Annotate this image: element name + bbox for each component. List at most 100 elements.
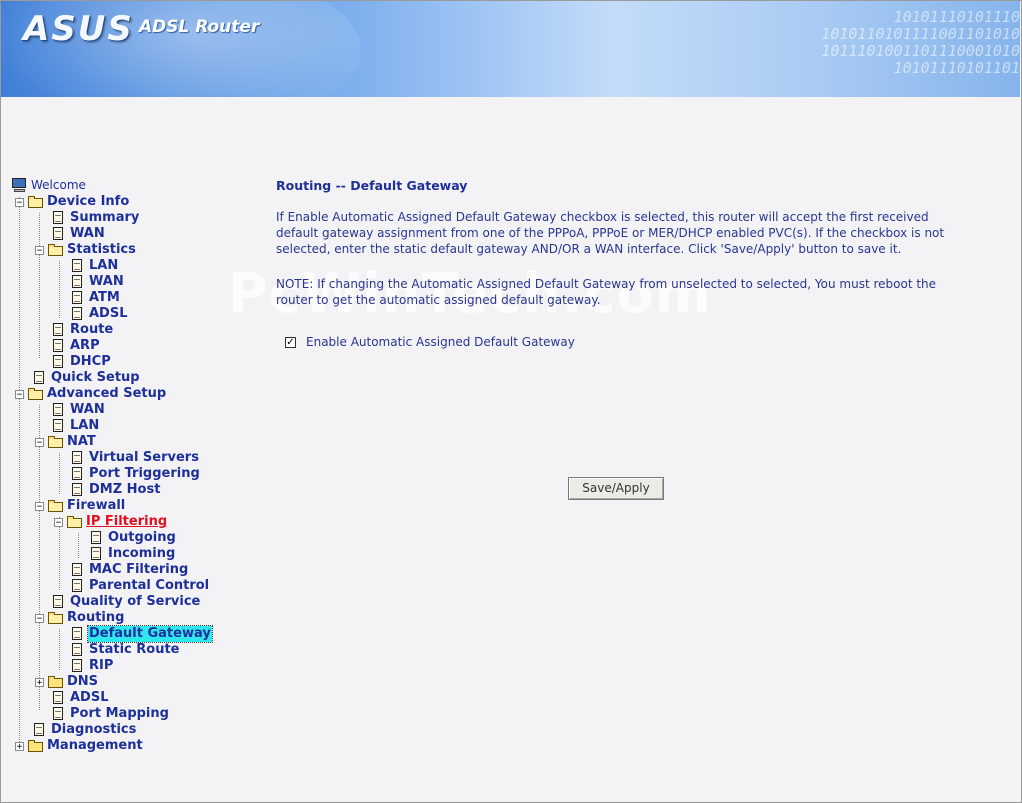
- collapse-icon[interactable]: −: [35, 613, 44, 623]
- nav-parental-control[interactable]: Parental Control: [69, 578, 210, 594]
- document-icon: [50, 323, 66, 337]
- tree-line: [39, 213, 40, 358]
- document-icon: [50, 355, 66, 369]
- document-icon: [69, 291, 85, 305]
- nav-advanced-setup[interactable]: − Advanced Setup: [15, 386, 167, 402]
- document-icon: [31, 371, 47, 385]
- nav-port-mapping[interactable]: Port Mapping: [50, 706, 170, 722]
- nav-qos[interactable]: Quality of Service: [50, 594, 201, 610]
- nav-outgoing[interactable]: Outgoing: [88, 530, 177, 546]
- nav-diagnostics[interactable]: Diagnostics: [31, 722, 137, 738]
- binary-decoration: 10101110101110 1010110101111001101010 10…: [821, 8, 1020, 77]
- nav-summary[interactable]: Summary: [50, 210, 140, 226]
- nav-adsl[interactable]: ADSL: [50, 690, 110, 706]
- document-icon: [50, 691, 66, 705]
- folder-open-icon: [47, 499, 63, 513]
- document-icon: [50, 595, 66, 609]
- note-text: NOTE: If changing the Automatic Assigned…: [276, 277, 937, 307]
- collapse-icon[interactable]: −: [35, 245, 44, 255]
- nav-ip-filtering[interactable]: − IP Filtering: [54, 514, 168, 530]
- nav-stat-adsl[interactable]: ADSL: [69, 306, 129, 322]
- computer-icon: [11, 178, 27, 192]
- nav-welcome[interactable]: Welcome: [11, 177, 87, 193]
- folder-icon: [27, 739, 43, 753]
- nav-rip[interactable]: RIP: [69, 658, 114, 674]
- nav-static-route[interactable]: Static Route: [69, 642, 180, 658]
- expand-icon[interactable]: +: [35, 677, 44, 687]
- nav-adv-wan[interactable]: WAN: [50, 402, 106, 418]
- header-banner: ASUS ADSL Router 10101110101110 10101101…: [1, 1, 1020, 97]
- save-apply-button[interactable]: Save/Apply: [568, 477, 664, 500]
- nav-virtual-servers[interactable]: Virtual Servers: [69, 450, 200, 466]
- tree-line: [59, 453, 60, 494]
- document-icon: [50, 339, 66, 353]
- nav-stat-wan[interactable]: WAN: [69, 274, 125, 290]
- nav-dmz-host[interactable]: DMZ Host: [69, 482, 161, 498]
- document-icon: [69, 307, 85, 321]
- folder-open-icon: [47, 243, 63, 257]
- auto-gateway-checkbox[interactable]: ✓: [285, 336, 296, 348]
- document-icon: [88, 547, 104, 561]
- folder-icon: [47, 675, 63, 689]
- folder-open-icon: [47, 611, 63, 625]
- nav-routing[interactable]: − Routing: [35, 610, 125, 626]
- asus-logo: ASUS: [23, 9, 134, 49]
- document-icon: [50, 227, 66, 241]
- page-title: Routing -- Default Gateway: [276, 178, 468, 193]
- expand-icon[interactable]: +: [15, 741, 24, 751]
- document-icon: [31, 723, 47, 737]
- nav-adv-lan[interactable]: LAN: [50, 418, 100, 434]
- document-icon: [69, 483, 85, 497]
- folder-open-icon: [27, 195, 43, 209]
- main-content: Routing -- Default Gateway If Enable Aut…: [276, 178, 966, 349]
- nav-port-triggering[interactable]: Port Triggering: [69, 466, 201, 482]
- tree-line: [59, 629, 60, 670]
- document-icon: [69, 627, 85, 641]
- document-icon: [69, 467, 85, 481]
- nav-wan[interactable]: WAN: [50, 226, 106, 242]
- nav-device-info[interactable]: − Device Info: [15, 194, 130, 210]
- collapse-icon[interactable]: −: [35, 501, 44, 511]
- document-icon: [50, 419, 66, 433]
- tree-line: [19, 197, 20, 750]
- document-icon: [69, 451, 85, 465]
- product-name: ADSL Router: [139, 17, 260, 37]
- auto-gateway-label: Enable Automatic Assigned Default Gatewa…: [306, 335, 575, 349]
- nav-route[interactable]: Route: [50, 322, 114, 338]
- collapse-icon[interactable]: −: [54, 517, 63, 527]
- tree-line: [59, 261, 60, 318]
- nav-nat[interactable]: − NAT: [35, 434, 97, 450]
- nav-dhcp[interactable]: DHCP: [50, 354, 112, 370]
- nav-arp[interactable]: ARP: [50, 338, 101, 354]
- auto-gateway-option[interactable]: ✓ Enable Automatic Assigned Default Gate…: [285, 335, 575, 349]
- document-icon: [69, 259, 85, 273]
- document-icon: [50, 403, 66, 417]
- document-icon: [69, 275, 85, 289]
- document-icon: [50, 707, 66, 721]
- tree-line: [78, 533, 79, 558]
- document-icon: [88, 531, 104, 545]
- nav-incoming[interactable]: Incoming: [88, 546, 176, 562]
- nav-firewall[interactable]: − Firewall: [35, 498, 126, 514]
- nav-stat-atm[interactable]: ATM: [69, 290, 121, 306]
- nav-quick-setup[interactable]: Quick Setup: [31, 370, 141, 386]
- description-text: If Enable Automatic Assigned Default Gat…: [276, 210, 945, 256]
- document-icon: [69, 563, 85, 577]
- nav-stat-lan[interactable]: LAN: [69, 258, 119, 274]
- folder-open-icon: [47, 435, 63, 449]
- document-icon: [69, 643, 85, 657]
- nav-dns[interactable]: + DNS: [35, 674, 99, 690]
- collapse-icon[interactable]: −: [15, 389, 24, 399]
- collapse-icon[interactable]: −: [15, 197, 24, 207]
- document-icon: [69, 579, 85, 593]
- nav-management[interactable]: + Management: [15, 738, 144, 754]
- folder-open-icon: [27, 387, 43, 401]
- document-icon: [50, 211, 66, 225]
- collapse-icon[interactable]: −: [35, 437, 44, 447]
- nav-mac-filtering[interactable]: MAC Filtering: [69, 562, 189, 578]
- nav-statistics[interactable]: − Statistics: [35, 242, 137, 258]
- document-icon: [69, 659, 85, 673]
- tree-line: [39, 405, 40, 710]
- folder-open-icon: [66, 515, 82, 529]
- nav-default-gateway[interactable]: Default Gateway: [69, 625, 213, 643]
